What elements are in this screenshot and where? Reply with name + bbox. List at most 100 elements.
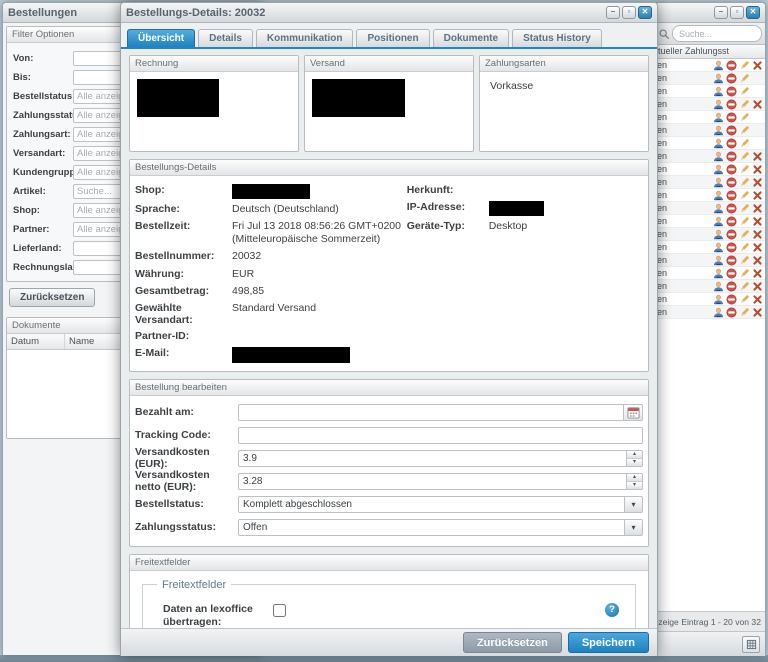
delete-icon[interactable]: [751, 189, 763, 201]
grid-settings-icon[interactable]: [742, 636, 760, 653]
edit-pencil-icon[interactable]: [738, 59, 750, 71]
cancel-order-icon[interactable]: [725, 72, 737, 84]
customer-icon[interactable]: [712, 254, 724, 266]
order-list-row[interactable]: en: [655, 98, 765, 111]
edit-pencil-icon[interactable]: [738, 280, 750, 292]
edit-field-input[interactable]: [238, 496, 625, 513]
customer-icon[interactable]: [712, 163, 724, 175]
cancel-order-icon[interactable]: [725, 124, 737, 136]
order-list-row[interactable]: en: [655, 241, 765, 254]
order-list-row[interactable]: en: [655, 254, 765, 267]
customer-icon[interactable]: [712, 111, 724, 123]
order-list-row[interactable]: en: [655, 280, 765, 293]
minimize-icon[interactable]: –: [714, 6, 728, 19]
edit-pencil-icon[interactable]: [738, 98, 750, 110]
order-list-row[interactable]: en: [655, 267, 765, 280]
payment-status-column-header[interactable]: tueller Zahlungsst: [655, 45, 765, 59]
maximize-icon[interactable]: ▫: [730, 6, 744, 19]
cancel-order-icon[interactable]: [725, 254, 737, 266]
chevron-down-icon[interactable]: ▾: [625, 496, 643, 513]
order-list-row[interactable]: en: [655, 176, 765, 189]
delete-icon[interactable]: [751, 59, 763, 71]
edit-pencil-icon[interactable]: [738, 202, 750, 214]
cancel-order-icon[interactable]: [725, 202, 737, 214]
tab[interactable]: Status History: [512, 29, 602, 47]
delete-icon[interactable]: [751, 267, 763, 279]
customer-icon[interactable]: [712, 202, 724, 214]
customer-icon[interactable]: [712, 280, 724, 292]
tab[interactable]: Dokumente: [433, 29, 509, 47]
edit-field-input[interactable]: [238, 404, 624, 421]
edit-field-input[interactable]: [238, 473, 627, 490]
edit-pencil-icon[interactable]: [738, 72, 750, 84]
edit-pencil-icon[interactable]: [738, 241, 750, 253]
delete-icon[interactable]: [751, 163, 763, 175]
cancel-order-icon[interactable]: [725, 150, 737, 162]
save-button[interactable]: Speichern: [568, 632, 649, 653]
delete-icon[interactable]: [751, 306, 763, 318]
filter-reset-button[interactable]: Zurücksetzen: [9, 288, 95, 307]
order-list-row[interactable]: en: [655, 228, 765, 241]
edit-pencil-icon[interactable]: [738, 124, 750, 136]
quantity-stepper[interactable]: ▴ ▾: [627, 473, 643, 490]
cancel-order-icon[interactable]: [725, 163, 737, 175]
customer-icon[interactable]: [712, 215, 724, 227]
order-list-row[interactable]: en: [655, 111, 765, 124]
close-icon[interactable]: ✕: [746, 6, 760, 19]
spin-up-icon[interactable]: ▴: [627, 451, 642, 459]
cancel-order-icon[interactable]: [725, 85, 737, 97]
tab[interactable]: Kommunikation: [256, 29, 354, 47]
cancel-order-icon[interactable]: [725, 241, 737, 253]
delete-icon[interactable]: [751, 228, 763, 240]
edit-pencil-icon[interactable]: [738, 254, 750, 266]
customer-icon[interactable]: [712, 59, 724, 71]
edit-pencil-icon[interactable]: [738, 293, 750, 305]
minimize-icon[interactable]: –: [606, 6, 620, 19]
documents-col-date[interactable]: Datum: [7, 334, 65, 349]
cancel-order-icon[interactable]: [725, 215, 737, 227]
customer-icon[interactable]: [712, 293, 724, 305]
customer-icon[interactable]: [712, 189, 724, 201]
edit-pencil-icon[interactable]: [738, 189, 750, 201]
cancel-order-icon[interactable]: [725, 111, 737, 123]
cancel-order-icon[interactable]: [725, 293, 737, 305]
delete-icon[interactable]: [751, 176, 763, 188]
customer-icon[interactable]: [712, 150, 724, 162]
delete-icon[interactable]: [751, 293, 763, 305]
cancel-order-icon[interactable]: [725, 59, 737, 71]
cancel-order-icon[interactable]: [725, 280, 737, 292]
delete-icon[interactable]: [751, 241, 763, 253]
customer-icon[interactable]: [712, 72, 724, 84]
customer-icon[interactable]: [712, 306, 724, 318]
quantity-stepper[interactable]: ▴ ▾: [627, 450, 643, 467]
delete-icon[interactable]: [751, 150, 763, 162]
order-list-row[interactable]: en: [655, 124, 765, 137]
cancel-order-icon[interactable]: [725, 176, 737, 188]
tab[interactable]: Details: [198, 29, 253, 47]
delete-icon[interactable]: [751, 202, 763, 214]
spin-down-icon[interactable]: ▾: [627, 459, 642, 466]
customer-icon[interactable]: [712, 267, 724, 279]
order-list-row[interactable]: en: [655, 72, 765, 85]
close-icon[interactable]: ✕: [638, 6, 652, 19]
tab[interactable]: Positionen: [356, 29, 429, 47]
edit-pencil-icon[interactable]: [738, 150, 750, 162]
delete-icon[interactable]: [751, 98, 763, 110]
customer-icon[interactable]: [712, 85, 724, 97]
edit-pencil-icon[interactable]: [738, 306, 750, 318]
edit-pencil-icon[interactable]: [738, 137, 750, 149]
order-list-row[interactable]: en: [655, 189, 765, 202]
delete-icon[interactable]: [751, 215, 763, 227]
edit-field-input[interactable]: [238, 427, 643, 444]
order-list-titlebar[interactable]: – ▫ ✕: [655, 3, 765, 23]
edit-pencil-icon[interactable]: [738, 267, 750, 279]
calendar-icon[interactable]: [624, 404, 643, 421]
customer-icon[interactable]: [712, 176, 724, 188]
edit-field-input[interactable]: [238, 450, 627, 467]
order-list-row[interactable]: en: [655, 215, 765, 228]
customer-icon[interactable]: [712, 228, 724, 240]
order-list-row[interactable]: en: [655, 59, 765, 72]
cancel-order-icon[interactable]: [725, 306, 737, 318]
customer-icon[interactable]: [712, 137, 724, 149]
order-list-row[interactable]: en: [655, 85, 765, 98]
